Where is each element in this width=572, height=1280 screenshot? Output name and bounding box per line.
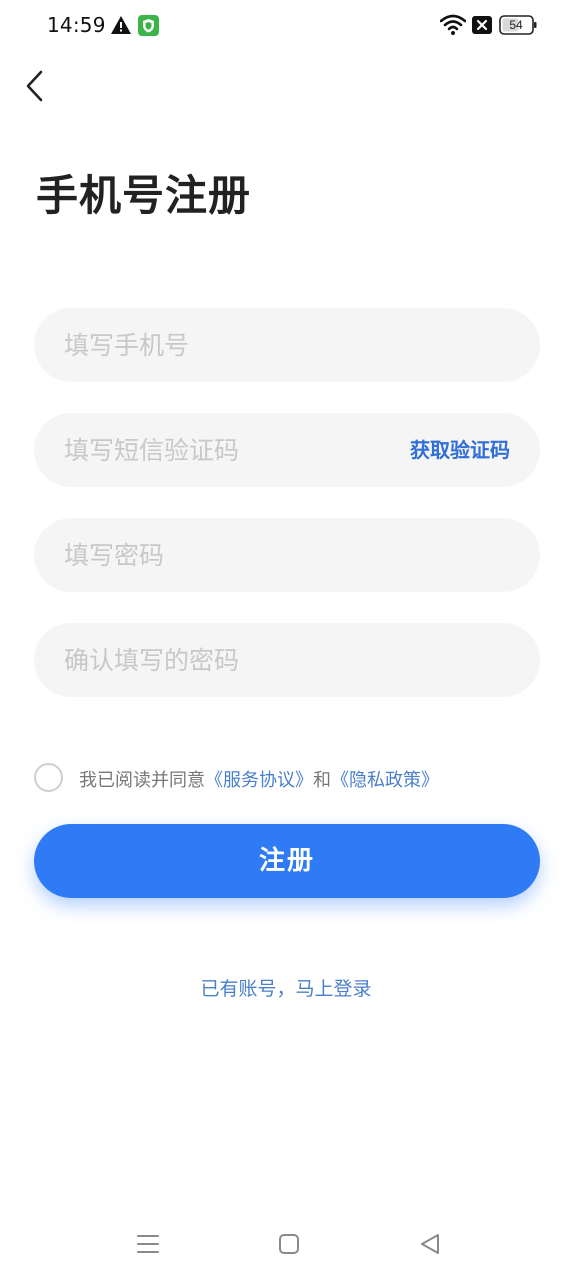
agreement-row: 我已阅读并同意《服务协议》和《隐私政策》	[34, 762, 540, 794]
status-time: 14:59	[47, 13, 106, 37]
status-bar: 14:59 54	[0, 0, 572, 52]
confirm-password-input[interactable]	[64, 623, 404, 697]
confirm-password-field	[34, 623, 540, 697]
shield-icon	[138, 15, 159, 36]
page-title: 手机号注册	[36, 171, 252, 220]
privacy-policy-link[interactable]: 《隐私政策》	[331, 770, 439, 791]
back-button[interactable]	[20, 66, 52, 106]
home-icon[interactable]	[277, 1232, 301, 1256]
agreement-checkbox[interactable]	[34, 763, 63, 792]
phone-field	[34, 308, 540, 382]
sms-code-field: 获取验证码	[34, 413, 540, 487]
service-agreement-link[interactable]: 《服务协议》	[205, 770, 313, 791]
chevron-left-icon	[26, 70, 43, 102]
navigation-bar	[0, 1220, 572, 1270]
back-triangle-icon[interactable]	[418, 1232, 442, 1256]
wifi-icon	[440, 14, 466, 35]
agreement-text: 我已阅读并同意《服务协议》和《隐私政策》	[79, 766, 439, 792]
get-code-button[interactable]: 获取验证码	[410, 413, 510, 487]
register-button[interactable]: 注册	[34, 824, 540, 898]
sms-code-input[interactable]	[64, 413, 404, 487]
agreement-prefix: 我已阅读并同意	[79, 770, 205, 791]
menu-icon[interactable]	[136, 1232, 160, 1256]
agreement-conjunction: 和	[313, 770, 331, 791]
phone-input[interactable]	[64, 308, 404, 382]
sim-off-icon	[472, 16, 492, 34]
password-field	[34, 518, 540, 592]
battery-level: 54	[509, 18, 523, 32]
warning-icon	[111, 16, 131, 34]
password-input[interactable]	[64, 518, 404, 592]
login-link[interactable]: 已有账号，马上登录	[0, 974, 572, 1001]
